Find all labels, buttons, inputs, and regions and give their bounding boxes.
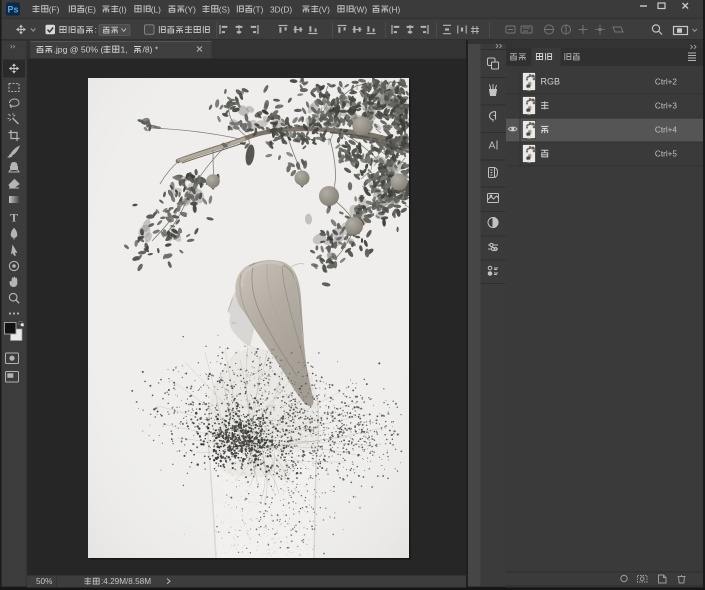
svg-text:(S): (S) [219, 4, 230, 14]
svg-text:(I): (I) [119, 4, 127, 14]
svg-text:(V): (V) [319, 4, 330, 14]
svg-text:Ctrl+5: Ctrl+5 [655, 150, 678, 159]
svg-text:(L): (L) [151, 4, 161, 14]
svg-text:(T): (T) [253, 4, 264, 14]
svg-text:T: T [10, 211, 18, 225]
svg-text:A: A [489, 141, 496, 152]
svg-text::: : [95, 25, 97, 35]
svg-text:3D(D): 3D(D) [270, 4, 292, 14]
svg-text:Ctrl+3: Ctrl+3 [655, 102, 678, 111]
svg-text:(H): (H) [389, 4, 401, 14]
svg-text:(W): (W) [354, 4, 368, 14]
svg-text:(Y): (Y) [185, 4, 196, 14]
svg-text:Ctrl+4: Ctrl+4 [655, 126, 678, 135]
svg-text:1,: 1, [121, 45, 128, 55]
svg-text:RGB: RGB [541, 77, 561, 87]
svg-text:50%: 50% [36, 577, 52, 586]
svg-text:Ctrl+2: Ctrl+2 [655, 78, 678, 87]
svg-text:Ps: Ps [7, 4, 18, 14]
svg-text::4.29M/8.58M: :4.29M/8.58M [101, 577, 151, 586]
svg-text:/8) *: /8) * [143, 45, 159, 55]
svg-text:(E): (E) [85, 4, 96, 14]
svg-text:(F): (F) [49, 4, 60, 14]
svg-text:.jpg @ 50% (: .jpg @ 50% ( [54, 45, 104, 55]
